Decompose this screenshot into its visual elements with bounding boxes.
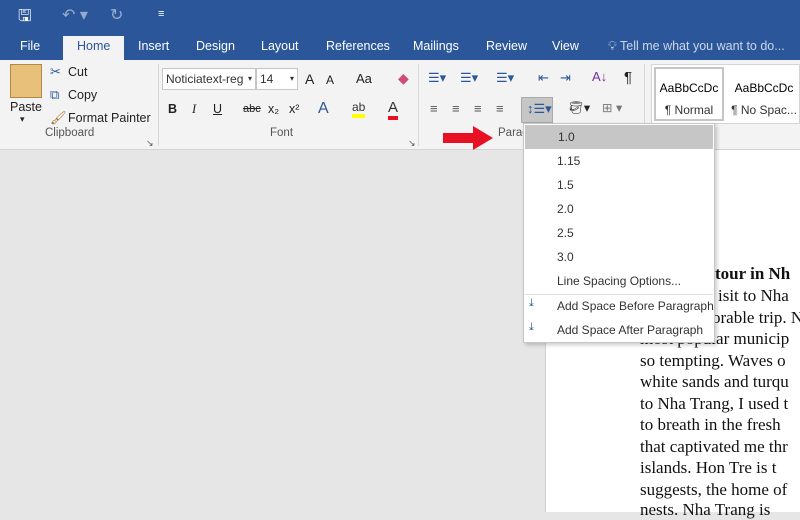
tab-design[interactable]: Design	[188, 36, 243, 60]
doc-heading: tour in Nh	[715, 264, 791, 283]
tab-review[interactable]: Review	[478, 36, 535, 60]
multilevel-list-icon[interactable]: ☰▾	[496, 70, 514, 86]
tab-file[interactable]: File	[12, 36, 48, 60]
font-color-icon[interactable]: A	[388, 99, 399, 120]
doc-line: that captivated me thr	[640, 437, 788, 456]
doc-line: suggests, the home of	[640, 480, 788, 499]
doc-line: isit to Nha	[718, 286, 789, 305]
copy-button[interactable]: Copy	[68, 88, 97, 102]
superscript-button[interactable]: x²	[289, 102, 299, 116]
title-bar: 🖫 ↶ ▾ ↻ ≡ File Home Insert Design Layout…	[0, 0, 800, 60]
font-size-select[interactable]: 14 ▾	[256, 68, 298, 90]
bullets-icon[interactable]: ☰▾	[428, 70, 446, 86]
tab-home[interactable]: Home	[63, 36, 125, 60]
increase-indent-icon[interactable]: ⇥	[560, 70, 571, 86]
style-normal[interactable]: AaBbCcDc ¶ Normal	[654, 67, 724, 121]
style-no-spacing[interactable]: AaBbCcDc ¶ No Spac...	[728, 69, 800, 117]
menu-item-line-spacing-options[interactable]: Line Spacing Options...	[524, 269, 714, 293]
bold-button[interactable]: B	[168, 102, 177, 116]
tab-insert[interactable]: Insert	[130, 36, 177, 60]
tell-me-search[interactable]: 💡︎ Tell me what you want to do...	[600, 36, 793, 60]
shading-icon[interactable]: 🪣︎▾	[568, 100, 590, 116]
align-center-icon[interactable]: ≡	[452, 101, 460, 116]
font-launcher-icon[interactable]: ↘	[408, 138, 416, 149]
format-painter-button[interactable]: Format Painter	[68, 111, 151, 125]
save-icon[interactable]: 🖫	[18, 5, 32, 32]
menu-item-3-0[interactable]: 3.0	[524, 245, 714, 269]
menu-item-add-space-before[interactable]: Add Space Before Paragraph	[524, 294, 714, 318]
show-formatting-icon[interactable]: ¶	[624, 69, 632, 86]
decrease-indent-icon[interactable]: ⇤	[538, 70, 549, 86]
paste-dropdown-icon[interactable]: ▾	[20, 114, 25, 125]
red-arrow-annotation	[443, 126, 493, 150]
paste-button[interactable]: Paste	[10, 100, 42, 114]
align-left-icon[interactable]: ≡	[430, 101, 438, 116]
paste-icon[interactable]	[10, 64, 42, 98]
font-group-label: Font	[270, 127, 294, 139]
grow-font-button[interactable]: A	[305, 71, 314, 87]
scissors-icon: ✂	[50, 64, 61, 79]
redo-icon[interactable]: ↻	[110, 5, 123, 25]
numbering-icon[interactable]: ☰▾	[460, 70, 478, 86]
highlight-color-icon[interactable]: ab	[352, 100, 366, 118]
justify-icon[interactable]: ≡	[496, 101, 504, 116]
menu-item-2-0[interactable]: 2.0	[524, 197, 714, 221]
italic-button[interactable]: I	[192, 102, 196, 117]
change-case-button[interactable]: Aa	[356, 71, 372, 86]
align-right-icon[interactable]: ≡	[474, 101, 482, 116]
menu-item-1-15[interactable]: 1.15	[524, 149, 714, 173]
strikethrough-button[interactable]: abc	[243, 103, 261, 115]
clipboard-launcher-icon[interactable]: ↘	[146, 138, 154, 149]
menu-item-add-space-after[interactable]: Add Space After Paragraph	[524, 318, 714, 342]
menu-item-2-5[interactable]: 2.5	[524, 221, 714, 245]
underline-button[interactable]: U	[213, 102, 222, 116]
tab-references[interactable]: References	[318, 36, 398, 60]
doc-line: orable trip. N	[712, 308, 800, 327]
doc-line: to breath in the fresh	[640, 415, 781, 434]
text-effects-icon[interactable]: A	[318, 100, 329, 118]
clipboard-group-label: Clipboard	[45, 127, 95, 139]
sort-icon[interactable]: A↓	[592, 69, 607, 84]
subscript-button[interactable]: x₂	[268, 102, 279, 116]
doc-line: so tempting. Waves o	[640, 351, 786, 370]
line-spacing-menu: 1.0 1.15 1.5 2.0 2.5 3.0 Line Spacing Op…	[523, 123, 715, 343]
doc-line: white sands and turqu	[640, 372, 789, 391]
shrink-font-button[interactable]: A	[326, 73, 334, 87]
menu-item-1-0[interactable]: 1.0	[525, 125, 713, 149]
doc-line: islands. Hon Tre is t	[640, 458, 777, 477]
format-painter-icon: 🖌︎	[50, 110, 67, 125]
tab-layout[interactable]: Layout	[253, 36, 307, 60]
borders-icon[interactable]: ⊞ ▾	[602, 100, 622, 115]
cut-button[interactable]: Cut	[68, 65, 87, 79]
copy-icon: ⧉	[50, 87, 60, 102]
divider	[418, 64, 419, 146]
tab-mailings[interactable]: Mailings	[405, 36, 467, 60]
divider	[158, 64, 159, 146]
doc-line: nests. Nha Trang is	[640, 500, 771, 519]
menu-item-1-5[interactable]: 1.5	[524, 173, 714, 197]
doc-line: to Nha Trang, I used t	[640, 394, 789, 413]
tab-view[interactable]: View	[544, 36, 587, 60]
styles-gallery: AaBbCcDc ¶ Normal AaBbCcDc ¶ No Spac...	[651, 64, 800, 124]
customize-icon[interactable]: ≡	[158, 8, 164, 20]
undo-icon[interactable]: ↶ ▾	[62, 5, 88, 25]
clear-formatting-icon[interactable]: ◆	[398, 70, 409, 87]
line-spacing-icon: ↕☰▾	[527, 101, 552, 116]
lightbulb-icon: 💡︎	[608, 39, 617, 53]
font-name-select[interactable]: Noticiatext-reg ▾	[162, 68, 256, 90]
line-spacing-button[interactable]: ↕☰▾	[521, 97, 553, 123]
